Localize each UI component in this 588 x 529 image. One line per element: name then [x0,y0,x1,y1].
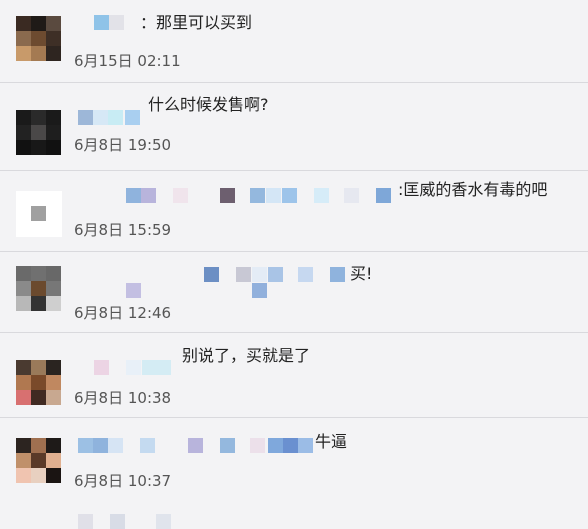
comment-item: 什么时候发售啊? 6月8日 19:50 [0,83,588,170]
comment-timestamp: 6月15日 02:11 [74,52,181,70]
comment-item: 买! 6月8日 12:46 [0,252,588,332]
avatar[interactable] [16,191,62,237]
comment-text: ：那里可以买到 [140,13,253,32]
comment-timestamp: 6月8日 12:46 [74,304,172,322]
comment-item: 牛逼 6月8日 10:37 [0,418,588,529]
comment-item: :匡威的香水有毒的吧 6月8日 15:59 [0,171,588,251]
avatar[interactable] [16,110,62,156]
comment-text: 别说了，买就是了 [182,346,311,365]
comment-timestamp: 6月8日 15:59 [74,221,172,239]
comment-text: 买! [350,264,373,283]
comment-item: ：那里可以买到 6月15日 02:11 [0,0,588,82]
avatar[interactable] [16,438,62,498]
comment-text: 牛逼 [315,432,348,451]
comment-text: :匡威的香水有毒的吧 [398,180,548,199]
comment-timestamp: 6月8日 10:38 [74,389,172,407]
avatar[interactable] [16,16,62,62]
comment-timestamp: 6月8日 19:50 [74,136,172,154]
comment-timestamp: 6月8日 10:37 [74,472,172,490]
avatar[interactable] [16,266,62,312]
avatar[interactable] [16,360,62,406]
comment-item: 别说了，买就是了 6月8日 10:38 [0,333,588,417]
comment-text: 什么时候发售啊? [148,95,269,114]
